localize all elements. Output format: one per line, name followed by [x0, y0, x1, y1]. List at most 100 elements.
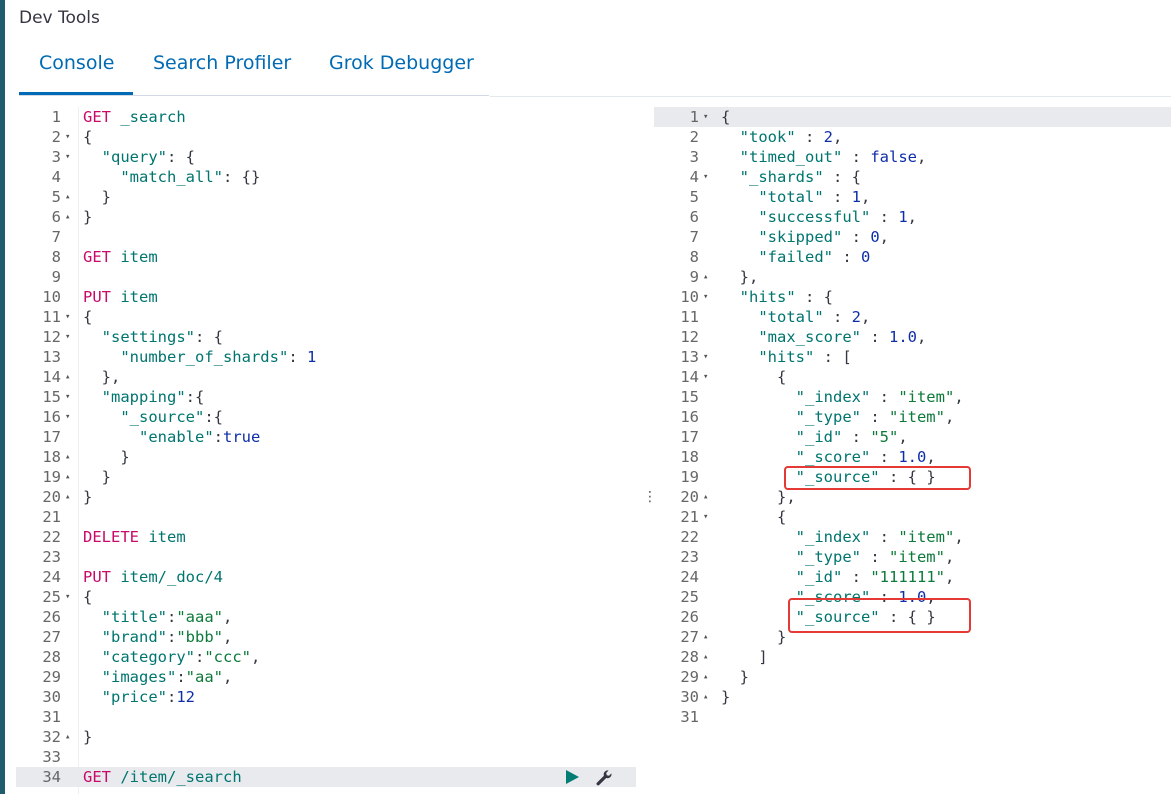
fold-collapse-icon[interactable]: ▾ — [65, 327, 75, 347]
code-line[interactable]: 15 ▾ "mapping":{ — [16, 387, 636, 407]
code-line[interactable]: 5 ▴ } — [16, 187, 636, 207]
code-line[interactable]: 22 DELETE item — [16, 527, 636, 547]
code-line[interactable]: 17 "_id" : "5", — [654, 427, 1171, 447]
code-line[interactable]: 30 "price":12 — [16, 687, 636, 707]
code-line[interactable]: 21 — [16, 507, 636, 527]
code-line[interactable]: 4 "match_all": {} — [16, 167, 636, 187]
code-line[interactable]: 18 "_score" : 1.0, — [654, 447, 1171, 467]
code-line[interactable]: 14 ▴ }, — [16, 367, 636, 387]
fold-collapse-icon[interactable]: ▾ — [703, 507, 713, 527]
code-line[interactable]: 10 ▾ "hits" : { — [654, 287, 1171, 307]
fold-expand-icon[interactable]: ▴ — [703, 487, 713, 507]
response-viewer[interactable]: 1 ▾{2 "took" : 2, 3 "timed_out" : false, 4 ▾… — [654, 107, 1171, 794]
code-line[interactable]: 9 ▴ }, — [654, 267, 1171, 287]
code-line[interactable]: 22 "_index" : "item", — [654, 527, 1171, 547]
code-line[interactable]: 31 — [16, 707, 636, 727]
code-line[interactable]: 31 — [654, 707, 1171, 727]
code-line[interactable]: 20 ▴ }, — [654, 487, 1171, 507]
fold-collapse-icon[interactable]: ▾ — [65, 307, 75, 327]
tab-console[interactable]: Console — [39, 52, 114, 74]
fold-collapse-icon[interactable]: ▾ — [65, 147, 75, 167]
fold-expand-icon[interactable]: ▴ — [65, 727, 75, 747]
code-line[interactable]: 1 GET _search — [16, 107, 636, 127]
fold-expand-icon[interactable]: ▴ — [65, 367, 75, 387]
code-line[interactable]: 9 — [16, 267, 636, 287]
code-line[interactable]: 21 ▾ { — [654, 507, 1171, 527]
code-line[interactable]: 32 ▴} — [16, 727, 636, 747]
code-line[interactable]: 16 "_type" : "item", — [654, 407, 1171, 427]
fold-collapse-icon[interactable]: ▾ — [703, 167, 713, 187]
tab-grok-debugger[interactable]: Grok Debugger — [329, 52, 474, 74]
fold-collapse-icon[interactable]: ▾ — [65, 127, 75, 147]
fold-collapse-icon[interactable]: ▾ — [703, 287, 713, 307]
code-line[interactable]: 15 "_index" : "item", — [654, 387, 1171, 407]
code-line[interactable]: 19 ▴ } — [16, 467, 636, 487]
code-line[interactable]: 29 ▴ } — [654, 667, 1171, 687]
code-line[interactable]: 3 ▾ "query": { — [16, 147, 636, 167]
fold-collapse-icon[interactable]: ▾ — [703, 367, 713, 387]
code-line[interactable]: 28 ▴ ] — [654, 647, 1171, 667]
code-line[interactable]: 17 "enable":true — [16, 427, 636, 447]
code-line[interactable]: 27 "brand":"bbb", — [16, 627, 636, 647]
fold-expand-icon[interactable]: ▴ — [703, 667, 713, 687]
code-line[interactable]: 12 ▾ "settings": { — [16, 327, 636, 347]
token-punc: : — [842, 148, 871, 166]
token-punc — [83, 388, 102, 406]
code-line[interactable]: 8 "failed" : 0 — [654, 247, 1171, 267]
code-line[interactable]: 11 ▾ { — [16, 307, 636, 327]
code-line[interactable]: 20 ▴} — [16, 487, 636, 507]
fold-expand-icon[interactable]: ▴ — [65, 487, 75, 507]
fold-expand-icon[interactable]: ▴ — [65, 187, 75, 207]
fold-expand-icon[interactable]: ▴ — [65, 447, 75, 467]
fold-expand-icon[interactable]: ▴ — [703, 647, 713, 667]
code-line[interactable]: 7 "skipped" : 0, — [654, 227, 1171, 247]
code-line[interactable]: 6 ▴} — [16, 207, 636, 227]
code-line[interactable]: 10 PUT item — [16, 287, 636, 307]
code-line[interactable]: 2 "took" : 2, — [654, 127, 1171, 147]
wrench-icon[interactable] — [594, 768, 614, 788]
tab-search-profiler[interactable]: Search Profiler — [153, 52, 291, 74]
fold-expand-icon[interactable]: ▴ — [65, 207, 75, 227]
code-line[interactable]: 16 ▾ "_source":{ — [16, 407, 636, 427]
code-line[interactable]: 24 "_id" : "111111", — [654, 567, 1171, 587]
fold-collapse-icon[interactable]: ▾ — [65, 407, 75, 427]
code-line[interactable]: 14 ▾ { — [654, 367, 1171, 387]
fold-expand-icon[interactable]: ▴ — [65, 467, 75, 487]
play-icon[interactable] — [566, 770, 579, 784]
code-line[interactable]: 7 — [16, 227, 636, 247]
fold-collapse-icon[interactable]: ▾ — [65, 587, 75, 607]
code-line[interactable]: 11 "total" : 2, — [654, 307, 1171, 327]
code-line[interactable]: 23 "_type" : "item", — [654, 547, 1171, 567]
code-text: } — [83, 467, 111, 487]
code-line[interactable]: 29 "images":"aa", — [16, 667, 636, 687]
fold-collapse-icon[interactable]: ▾ — [703, 347, 713, 367]
code-line[interactable]: 6 "successful" : 1, — [654, 207, 1171, 227]
code-line[interactable]: 30 ▴} — [654, 687, 1171, 707]
token-key: "category" — [101, 648, 195, 666]
code-line[interactable]: 4 ▾ "_shards" : { — [654, 167, 1171, 187]
code-line[interactable]: 23 — [16, 547, 636, 567]
code-line[interactable]: 13 "number_of_shards": 1 — [16, 347, 636, 367]
code-line[interactable]: 34 GET /item/_search — [16, 767, 636, 787]
code-line[interactable]: 26 "title":"aaa", — [16, 607, 636, 627]
line-number: 5 — [689, 188, 699, 206]
fold-expand-icon[interactable]: ▴ — [703, 627, 713, 647]
code-line[interactable]: 1 ▾ { — [654, 107, 1171, 127]
code-line[interactable]: 5 "total" : 1, — [654, 187, 1171, 207]
code-line[interactable]: 2 ▾ { — [16, 127, 636, 147]
token-punc — [721, 328, 758, 346]
code-line[interactable]: 25 ▾ { — [16, 587, 636, 607]
code-line[interactable]: 33 — [16, 747, 636, 767]
code-line[interactable]: 28 "category":"ccc", — [16, 647, 636, 667]
fold-expand-icon[interactable]: ▴ — [703, 267, 713, 287]
fold-collapse-icon[interactable]: ▾ — [65, 387, 75, 407]
code-line[interactable]: 8 GET item — [16, 247, 636, 267]
code-line[interactable]: 3 "timed_out" : false, — [654, 147, 1171, 167]
request-editor[interactable]: 1 GET _search 2 ▾{3 ▾ "query": {4 "match_all… — [16, 107, 636, 794]
fold-expand-icon[interactable]: ▴ — [703, 687, 713, 707]
fold-collapse-icon[interactable]: ▾ — [703, 107, 713, 127]
code-line[interactable]: 12 "max_score" : 1.0, — [654, 327, 1171, 347]
code-line[interactable]: 18 ▴ } — [16, 447, 636, 467]
code-line[interactable]: 13 ▾ "hits" : [ — [654, 347, 1171, 367]
code-line[interactable]: 24 PUT item/_doc/4 — [16, 567, 636, 587]
